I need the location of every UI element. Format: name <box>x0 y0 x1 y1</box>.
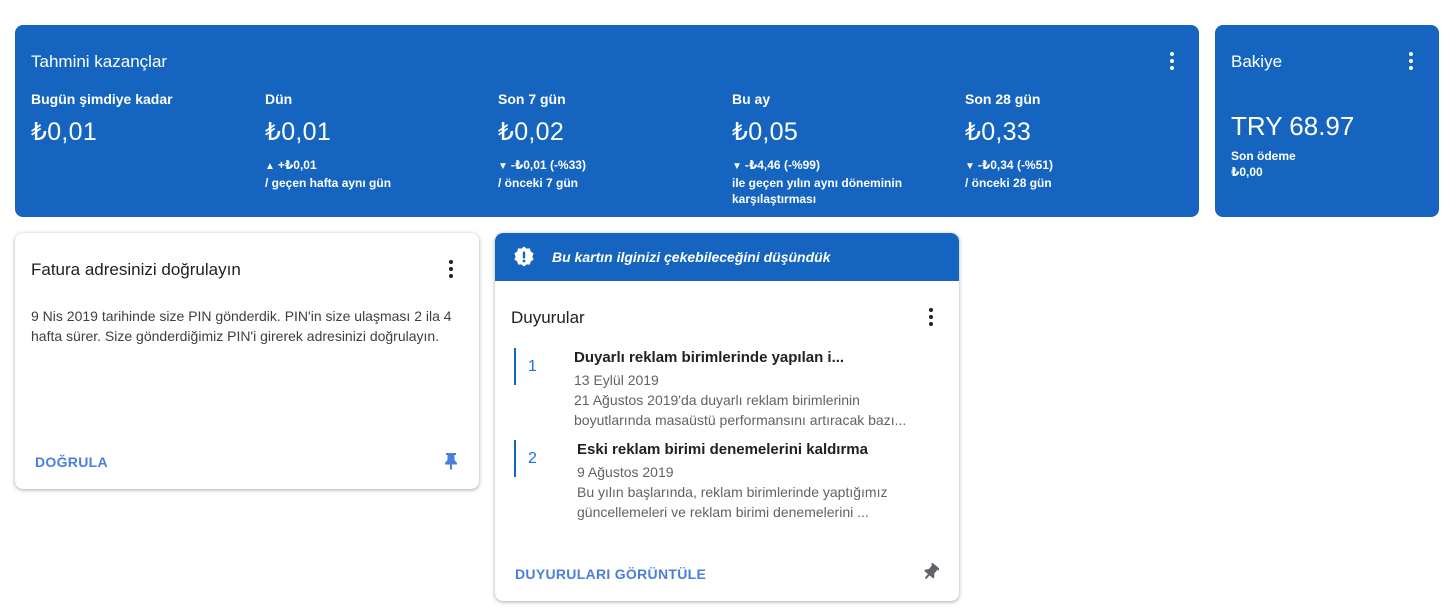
verify-card-body: 9 Nis 2019 tarihinde size PIN gönderdik.… <box>31 308 452 344</box>
last-payment-label: Son ödeme <box>1231 149 1296 163</box>
item-number: 1 <box>528 358 537 375</box>
metric-label: Bugün şimdiye kadar <box>31 91 173 107</box>
announcement-item[interactable]: 1 Duyarlı reklam birimlerinde yapılan i.… <box>514 348 944 433</box>
item-date: 9 Ağustos 2019 <box>577 464 674 480</box>
metric-value: ₺0,02 <box>498 118 565 146</box>
trend-down-icon: ▼ <box>732 161 742 172</box>
announcements-more-menu-icon[interactable] <box>919 305 943 329</box>
metric-change: ▼ -₺0,34 (-%51) <box>965 157 1185 175</box>
estimated-earnings-card: Tahmini kazançlar Bugün şimdiye kadar ₺0… <box>15 25 1199 217</box>
announcements-card: Bu kartın ilginizi çekebileceğini düşünd… <box>495 233 959 601</box>
announcement-item[interactable]: 2 Eski reklam birimi denemelerini kaldır… <box>514 440 944 525</box>
metric-change: ▲ +₺0,01 <box>265 157 485 175</box>
metric-value: ₺0,05 <box>732 118 799 146</box>
metric-this-month: Bu ay ₺0,05 ▼ -₺4,46 (-%99) ile geçen yıl… <box>732 91 922 207</box>
balance-more-menu-icon[interactable] <box>1399 49 1423 73</box>
metric-label: Son 28 gün <box>965 91 1041 107</box>
verify-button[interactable]: DOĞRULA <box>35 454 108 470</box>
trend-down-icon: ▼ <box>965 161 975 172</box>
metric-change: ▼ -₺4,46 (-%99) <box>732 157 922 175</box>
metric-comparison-note: ile geçen yılın aynı döneminin karşılaşt… <box>732 176 903 206</box>
metric-label: Bu ay <box>732 91 771 107</box>
metric-last-28-days: Son 28 gün ₺0,33 ▼ -₺0,34 (-%51) / önceki… <box>965 91 1185 191</box>
metric-comparison-note: / önceki 7 gün <box>498 176 579 190</box>
metric-value: ₺0,01 <box>31 118 98 146</box>
view-announcements-button[interactable]: DUYURULARI GÖRÜNTÜLE <box>515 566 706 582</box>
trend-up-icon: ▲ <box>265 161 275 172</box>
metric-change-value: -₺0,01 (-%33) <box>510 158 586 172</box>
item-accent-bar <box>514 440 516 477</box>
metric-value: ₺0,01 <box>265 118 332 146</box>
metric-label: Son 7 gün <box>498 91 566 107</box>
balance-title: Bakiye <box>1231 52 1283 71</box>
verify-card-title: Fatura adresinizi doğrulayın <box>31 260 241 279</box>
balance-value: TRY 68.97 <box>1231 111 1355 141</box>
announcements-title: Duyurular <box>511 308 585 327</box>
metric-change: ▼ -₺0,01 (-%33) <box>498 157 718 175</box>
last-payment-value: ₺0,00 <box>1231 165 1263 179</box>
verify-address-card: Fatura adresinizi doğrulayın 9 Nis 2019 … <box>15 233 479 489</box>
pin-icon[interactable] <box>443 452 459 470</box>
earnings-more-menu-icon[interactable] <box>1160 49 1184 73</box>
metric-comparison-note: / geçen hafta aynı gün <box>265 176 392 190</box>
earnings-title: Tahmini kazançlar <box>31 52 168 71</box>
item-title[interactable]: Eski reklam birimi denemelerini kaldırma <box>577 441 868 458</box>
verify-more-menu-icon[interactable] <box>439 257 463 281</box>
suggestion-banner: Bu kartın ilginizi çekebileceğini düşünd… <box>495 233 959 281</box>
metric-today: Bugün şimdiye kadar ₺0,01 <box>31 91 251 147</box>
item-date: 13 Eylül 2019 <box>574 372 659 388</box>
metric-change-value: -₺4,46 (-%99) <box>744 158 820 172</box>
trend-down-icon: ▼ <box>498 161 508 172</box>
item-accent-bar <box>514 348 516 385</box>
item-title[interactable]: Duyarlı reklam birimlerinde yapılan i... <box>574 349 844 366</box>
metric-last-7-days: Son 7 gün ₺0,02 ▼ -₺0,01 (-%33) / önceki … <box>498 91 718 191</box>
balance-card: Bakiye TRY 68.97 Son ödeme ₺0,00 <box>1215 25 1439 217</box>
metric-change-value: -₺0,34 (-%51) <box>977 158 1053 172</box>
pin-icon[interactable] <box>923 563 939 581</box>
item-description: Bu yılın başlarında, reklam birimlerinde… <box>577 484 888 520</box>
alert-badge-icon <box>514 246 534 267</box>
metric-yesterday: Dün ₺0,01 ▲ +₺0,01 / geçen hafta aynı gün <box>265 91 485 191</box>
suggestion-banner-text: Bu kartın ilginizi çekebileceğini düşünd… <box>552 249 831 265</box>
metric-change-value: +₺0,01 <box>277 158 317 172</box>
metric-comparison-note: / önceki 28 gün <box>965 176 1052 190</box>
metric-value: ₺0,33 <box>965 118 1032 146</box>
metric-label: Dün <box>265 91 293 107</box>
item-description: 21 Ağustos 2019'da duyarlı reklam biriml… <box>574 392 907 428</box>
item-number: 2 <box>528 450 537 467</box>
